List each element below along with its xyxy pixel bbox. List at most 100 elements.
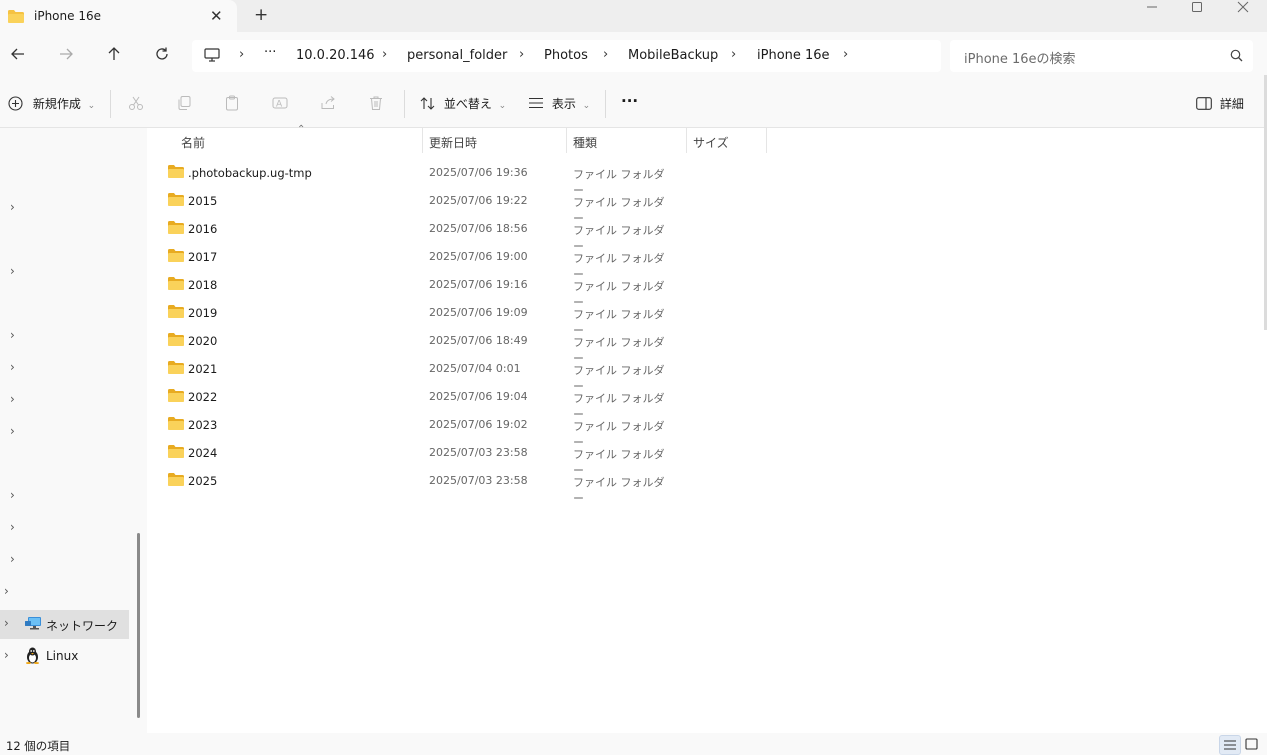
- delete-icon[interactable]: [368, 95, 384, 114]
- file-row[interactable]: 2020 2025/07/06 18:49 ファイル フォルダー: [167, 325, 667, 365]
- file-list: ⌃ 名前 更新日時 種類 サイズ .photobackup.ug-tmp 2025…: [147, 124, 1267, 733]
- file-modified: 2025/07/06 19:36: [429, 166, 528, 179]
- breadcrumb-photos[interactable]: Photos: [544, 48, 588, 63]
- column-divider[interactable]: [766, 128, 767, 153]
- folder-icon: [168, 389, 184, 405]
- sidebar-scrollbar[interactable]: [137, 533, 140, 718]
- rename-icon[interactable]: A: [272, 95, 288, 114]
- file-row[interactable]: 2015 2025/07/06 19:22 ファイル フォルダー: [167, 185, 667, 225]
- file-row[interactable]: 2021 2025/07/04 0:01 ファイル フォルダー: [167, 353, 667, 393]
- file-row[interactable]: 2025 2025/07/03 23:58 ファイル フォルダー: [167, 465, 667, 505]
- chevron-right-icon[interactable]: ›: [10, 392, 15, 406]
- file-row[interactable]: .photobackup.ug-tmp 2025/07/06 19:36 ファイル …: [167, 157, 667, 197]
- chevron-right-icon[interactable]: ›: [843, 47, 848, 62]
- sidebar-item-linux[interactable]: › Linux: [0, 642, 129, 671]
- chevron-right-icon[interactable]: ›: [4, 616, 9, 630]
- chevron-right-icon[interactable]: ›: [10, 200, 15, 214]
- file-modified: 2025/07/06 18:49: [429, 334, 528, 347]
- chevron-right-icon[interactable]: ›: [10, 488, 15, 502]
- file-row[interactable]: 2016 2025/07/06 18:56 ファイル フォルダー: [167, 213, 667, 253]
- folder-icon: [168, 305, 184, 321]
- chevron-right-icon[interactable]: ›: [10, 424, 15, 438]
- address-bar[interactable]: › ··· 10.0.20.146 › personal_folder › Ph…: [192, 40, 941, 72]
- folder-icon: [168, 165, 184, 181]
- paste-icon[interactable]: [224, 95, 240, 114]
- minimize-button[interactable]: [1146, 1, 1158, 17]
- search-icon[interactable]: [1230, 49, 1243, 65]
- details-pane-button[interactable]: 詳細: [1196, 95, 1244, 112]
- close-icon: [1237, 1, 1249, 13]
- network-icon: [25, 616, 42, 635]
- share-icon[interactable]: [320, 95, 336, 114]
- large-icons-view-button[interactable]: [1242, 735, 1264, 755]
- tab-iphone-16e[interactable]: iPhone 16e ✕: [0, 0, 237, 33]
- breadcrumb-mobilebackup[interactable]: MobileBackup: [628, 48, 718, 63]
- file-row[interactable]: 2019 2025/07/06 19:09 ファイル フォルダー: [167, 297, 667, 337]
- details-pane-icon: [1196, 97, 1212, 110]
- chevron-right-icon[interactable]: ›: [4, 584, 9, 598]
- column-header-type[interactable]: 種類: [573, 134, 597, 151]
- file-row[interactable]: 2024 2025/07/03 23:58 ファイル フォルダー: [167, 437, 667, 477]
- navigation-bar: › ··· 10.0.20.146 › personal_folder › Ph…: [0, 32, 1267, 80]
- column-header-name[interactable]: 名前: [181, 134, 205, 151]
- up-button[interactable]: [106, 46, 122, 66]
- column-divider[interactable]: [566, 128, 567, 153]
- chevron-right-icon[interactable]: ›: [603, 47, 608, 62]
- file-row[interactable]: 2017 2025/07/06 19:00 ファイル フォルダー: [167, 241, 667, 281]
- refresh-button[interactable]: [154, 46, 170, 66]
- column-header-size[interactable]: サイズ: [693, 134, 729, 151]
- column-divider[interactable]: [422, 128, 423, 153]
- chevron-right-icon[interactable]: ›: [4, 648, 9, 662]
- folder-icon: [168, 249, 184, 265]
- chevron-down-icon: ⌄: [87, 101, 96, 111]
- new-tab-button[interactable]: +: [254, 5, 268, 25]
- column-header-modified[interactable]: 更新日時: [429, 134, 477, 151]
- details-view-icon: [1224, 740, 1236, 750]
- item-count: 12 個の項目: [6, 739, 71, 753]
- maximize-button[interactable]: [1191, 1, 1203, 17]
- chevron-right-icon[interactable]: ›: [731, 47, 736, 62]
- copy-icon[interactable]: [176, 95, 192, 114]
- toolbar-divider: [404, 90, 405, 118]
- status-bar: 12 個の項目: [0, 733, 1267, 755]
- folder-icon: [168, 361, 184, 377]
- chevron-right-icon[interactable]: ›: [10, 552, 15, 566]
- details-view-button[interactable]: [1219, 735, 1241, 755]
- search-placeholder: iPhone 16eの検索: [964, 52, 1076, 67]
- computer-icon[interactable]: [204, 48, 220, 67]
- plus-circle-icon: [8, 96, 23, 111]
- linux-penguin-icon: [25, 647, 40, 667]
- file-modified: 2025/07/06 19:22: [429, 194, 528, 207]
- column-divider[interactable]: [686, 128, 687, 153]
- breadcrumb-iphone-16e[interactable]: iPhone 16e: [757, 48, 830, 63]
- new-button[interactable]: 新規作成 ⌄: [8, 95, 95, 112]
- chevron-right-icon[interactable]: ›: [10, 264, 15, 278]
- chevron-right-icon[interactable]: ›: [10, 520, 15, 534]
- breadcrumb-10-0-20-146[interactable]: 10.0.20.146: [296, 48, 375, 63]
- view-button[interactable]: 表示 ⌄: [528, 95, 590, 112]
- close-tab-button[interactable]: ✕: [210, 7, 223, 25]
- file-name: 2019: [188, 306, 218, 320]
- sort-button[interactable]: 並べ替え ⌄: [420, 95, 506, 112]
- chevron-right-icon[interactable]: ›: [519, 47, 524, 62]
- chevron-right-icon[interactable]: ›: [382, 47, 387, 62]
- chevron-right-icon[interactable]: ›: [239, 47, 244, 62]
- file-row[interactable]: 2018 2025/07/06 19:16 ファイル フォルダー: [167, 269, 667, 309]
- cut-icon[interactable]: [128, 95, 144, 114]
- chevron-right-icon[interactable]: ›: [10, 328, 15, 342]
- file-row[interactable]: 2022 2025/07/06 19:04 ファイル フォルダー: [167, 381, 667, 421]
- chevron-right-icon[interactable]: ›: [10, 360, 15, 374]
- forward-button[interactable]: [58, 46, 74, 66]
- file-modified: 2025/07/06 19:00: [429, 250, 528, 263]
- file-name: 2021: [188, 362, 218, 376]
- more-options-button[interactable]: ···: [621, 92, 638, 110]
- back-button[interactable]: [10, 46, 26, 66]
- file-row[interactable]: 2023 2025/07/06 19:02 ファイル フォルダー: [167, 409, 667, 449]
- minimize-icon: [1147, 6, 1157, 8]
- address-overflow-button[interactable]: ···: [264, 45, 276, 60]
- close-window-button[interactable]: [1237, 1, 1249, 17]
- sidebar-item-network[interactable]: › ネットワーク: [0, 610, 129, 639]
- breadcrumb-personal-folder[interactable]: personal_folder: [407, 48, 507, 63]
- search-box[interactable]: iPhone 16eの検索: [950, 40, 1253, 72]
- large-icons-view-icon: [1245, 738, 1258, 750]
